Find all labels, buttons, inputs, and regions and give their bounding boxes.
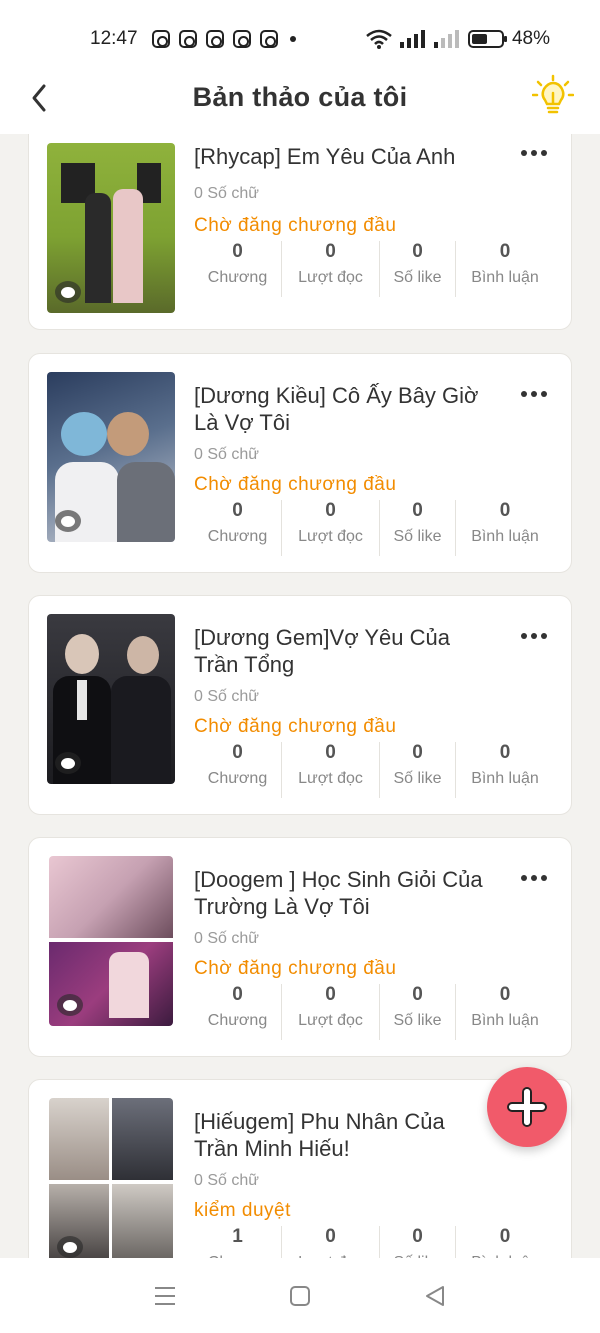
- stat-chapters: 0 Chương: [194, 742, 282, 798]
- stats-row: 0 Chương 0 Lượt đọc 0 Số like 0 Bình luận: [194, 241, 554, 297]
- lightbulb-icon[interactable]: [532, 74, 574, 118]
- more-icon[interactable]: [521, 626, 551, 646]
- stat-reads: 0Lượt đọc: [282, 500, 380, 556]
- cover-image[interactable]: [49, 856, 173, 1026]
- plus-icon: [507, 1087, 547, 1127]
- instagram-icon: [259, 30, 278, 48]
- signal-icon: [399, 30, 425, 48]
- more-icon[interactable]: [521, 868, 551, 888]
- stat-comments: 0Bình luận: [471, 500, 539, 545]
- back-triangle-icon[interactable]: [423, 1285, 447, 1307]
- more-icon[interactable]: [521, 384, 551, 404]
- stat-likes: 0Số like: [380, 1226, 456, 1258]
- notification-icons: [151, 30, 278, 48]
- work-card[interactable]: [Dương Kiều] Cô Ấy Bây Giờ Là Vợ Tôi 0 S…: [28, 353, 572, 573]
- work-card[interactable]: [Doogem ] Học Sinh Giỏi Của Trường Là Vợ…: [28, 837, 572, 1057]
- stat-comments: 0Bình luận: [471, 984, 539, 1029]
- stat-likes: 0Số like: [380, 241, 456, 297]
- work-title[interactable]: [Dương Gem]Vợ Yêu Của Trần Tổng: [194, 624, 494, 678]
- more-icon[interactable]: [521, 143, 551, 163]
- status-time: 12:47: [90, 28, 138, 49]
- instagram-icon: [151, 30, 170, 48]
- stat-reads: 0Lượt đọc: [282, 742, 380, 798]
- stat-likes: 0Số like: [380, 500, 456, 556]
- work-card[interactable]: [Rhycap] Em Yêu Của Anh 0 Số chữ Chờ đăn…: [28, 134, 572, 330]
- stat-chapters: 1Chương: [194, 1226, 282, 1258]
- word-count: 0 Số chữ: [194, 930, 259, 947]
- comment-bubble-icon: [55, 281, 81, 303]
- stat-reads: 0Lượt đọc: [282, 984, 380, 1040]
- status-text: kiểm duyệt: [194, 1200, 291, 1221]
- status-right: 48%: [366, 28, 550, 50]
- comment-bubble-icon: [57, 994, 83, 1016]
- cover-image[interactable]: [49, 1098, 173, 1258]
- stat-chapters: 0 Chương: [194, 500, 282, 556]
- stat-likes: 0Số like: [380, 984, 456, 1040]
- more-notifications-dot: [289, 36, 296, 42]
- work-title[interactable]: [Doogem ] Học Sinh Giỏi Của Trường Là Vợ…: [194, 866, 494, 920]
- stats-row: 0 Chương 0 Lượt đọc 0 Số like 0 Bình luận: [194, 984, 554, 1040]
- status-text: Chờ đăng chương đầu: [194, 716, 397, 737]
- menu-icon[interactable]: [153, 1285, 177, 1307]
- stats-row: 0 Chương 0 Lượt đọc 0 Số like 0 Bình luận: [194, 500, 554, 556]
- signal-2-icon: [433, 30, 459, 48]
- battery-icon: [467, 30, 507, 48]
- cover-image[interactable]: [47, 143, 175, 313]
- instagram-icon: [232, 30, 251, 48]
- stat-comments: 0Bình luận: [471, 1226, 539, 1258]
- stat-reads: 0Lượt đọc: [282, 241, 380, 297]
- word-count: 0 Số chữ: [194, 185, 259, 202]
- status-text: Chờ đăng chương đầu: [194, 474, 397, 495]
- add-work-button[interactable]: [487, 1067, 567, 1147]
- status-text: Chờ đăng chương đầu: [194, 958, 397, 979]
- word-count: 0 Số chữ: [194, 688, 259, 705]
- work-card[interactable]: [Dương Gem]Vợ Yêu Của Trần Tổng 0 Số chữ…: [28, 595, 572, 815]
- stat-likes: 0Số like: [380, 742, 456, 798]
- back-arrow-icon[interactable]: [22, 78, 62, 118]
- stat-comments: 0Bình luận: [471, 742, 539, 787]
- stat-chapters: 0 Chương: [194, 241, 282, 297]
- cover-image[interactable]: [47, 372, 175, 542]
- app-header: Bản thảo của tôi: [0, 60, 600, 134]
- stats-row: 1Chương 0Lượt đọc 0Số like 0Bình luận: [194, 1226, 554, 1258]
- home-square-icon[interactable]: [289, 1285, 311, 1307]
- stats-row: 0 Chương 0 Lượt đọc 0 Số like 0 Bình luận: [194, 742, 554, 798]
- work-title[interactable]: [Hiếugem] Phu Nhân Của Trần Minh Hiếu!: [194, 1108, 494, 1162]
- work-title[interactable]: [Dương Kiều] Cô Ấy Bây Giờ Là Vợ Tôi: [194, 382, 494, 436]
- stat-comments: 0Bình luận: [471, 241, 539, 286]
- comment-bubble-icon: [57, 1236, 83, 1258]
- stat-reads: 0Lượt đọc: [282, 1226, 380, 1258]
- word-count: 0 Số chữ: [194, 446, 259, 463]
- instagram-icon: [205, 30, 224, 48]
- comment-bubble-icon: [55, 752, 81, 774]
- instagram-icon: [178, 30, 197, 48]
- status-text: Chờ đăng chương đầu: [194, 215, 397, 236]
- wifi-icon: [366, 29, 392, 49]
- battery-percent: 48%: [511, 28, 550, 49]
- page-title: Bản thảo của tôi: [192, 81, 408, 112]
- stat-chapters: 0 Chương: [194, 984, 282, 1040]
- word-count: 0 Số chữ: [194, 1172, 259, 1189]
- system-nav-bar: [0, 1258, 600, 1333]
- cover-image[interactable]: [47, 614, 175, 784]
- comment-bubble-icon: [55, 510, 81, 532]
- work-title[interactable]: [Rhycap] Em Yêu Của Anh: [194, 143, 494, 170]
